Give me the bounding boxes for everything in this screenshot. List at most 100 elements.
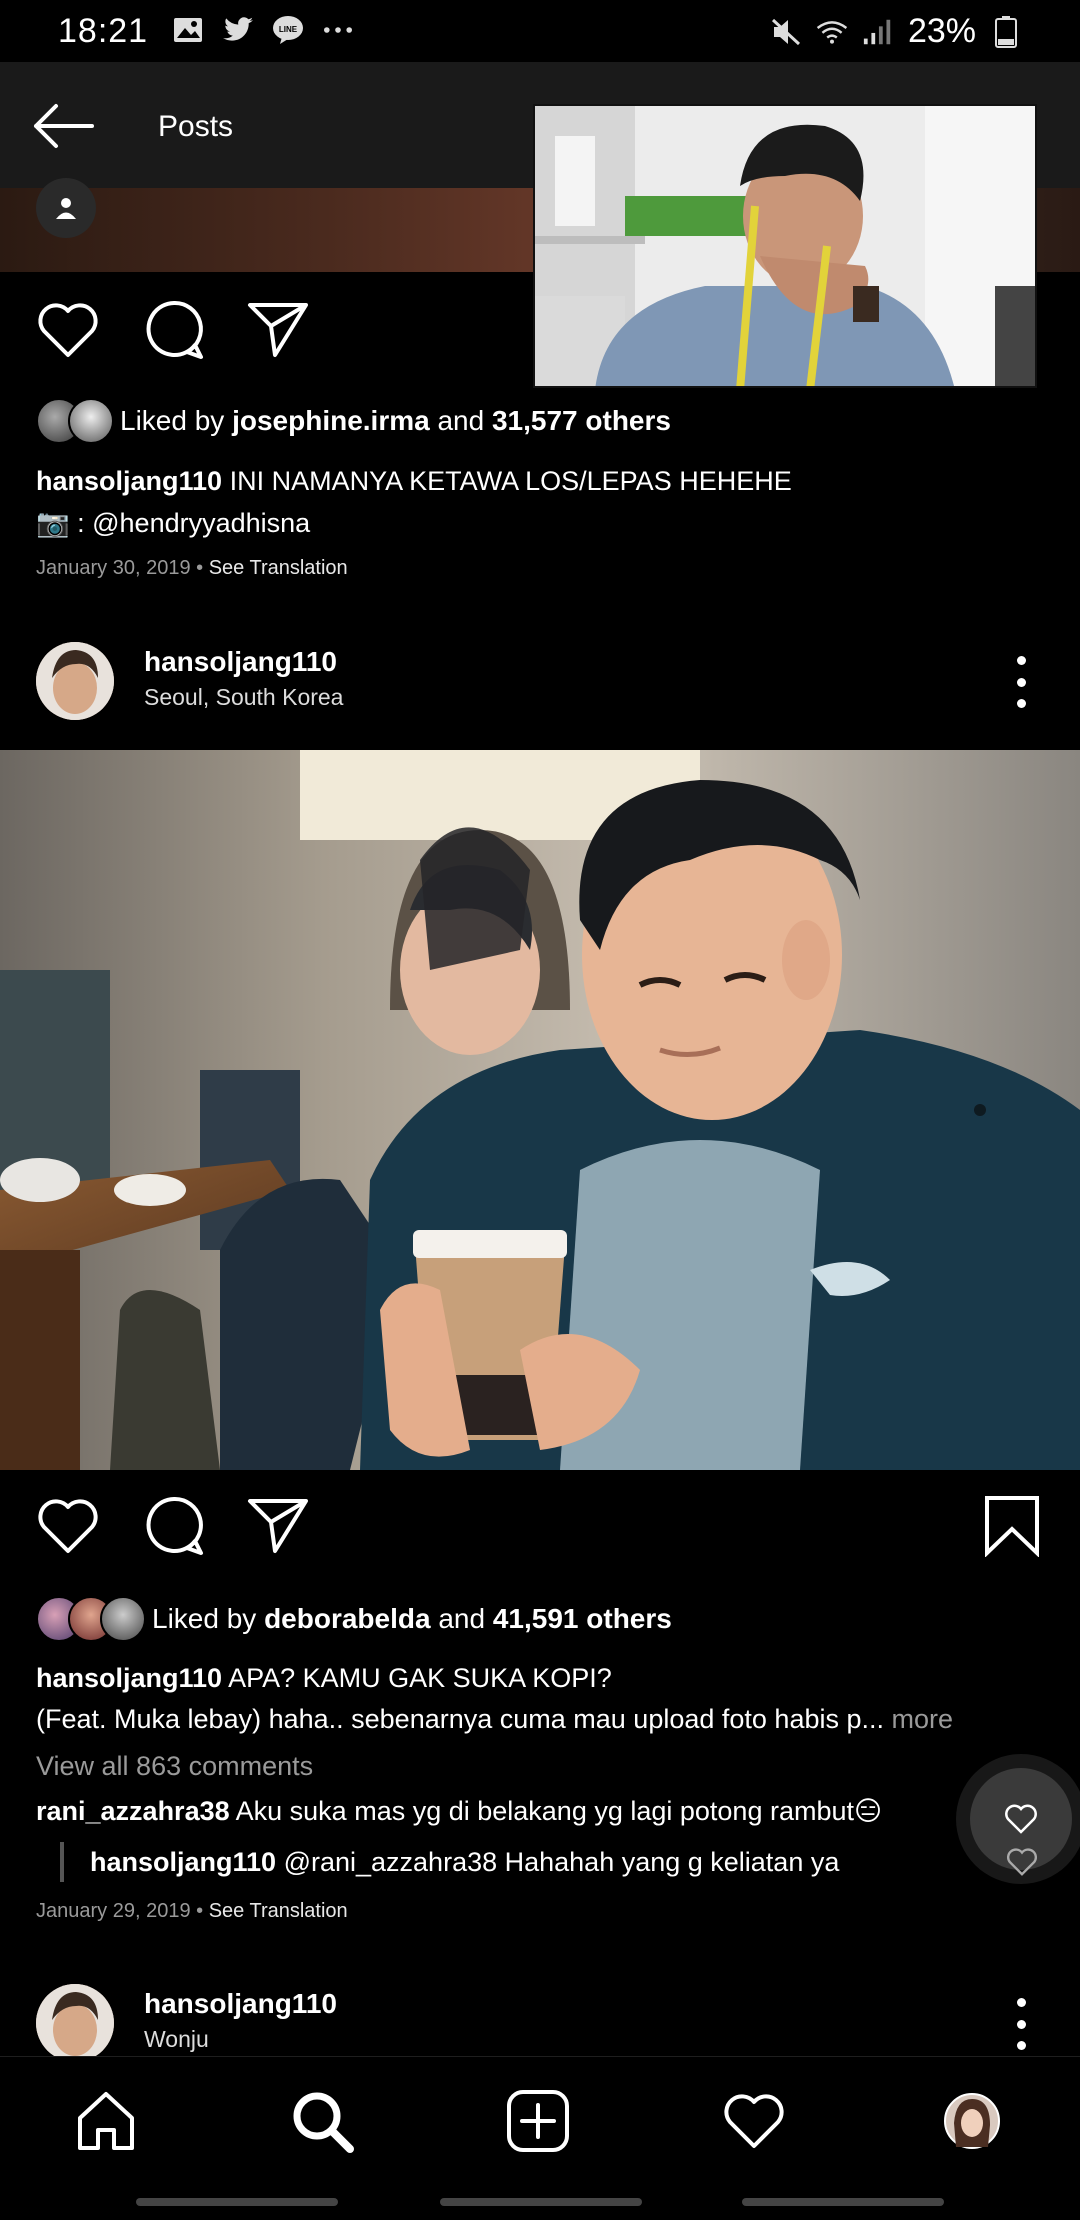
post1-date: January 30, 2019 • See Translation — [36, 557, 348, 580]
comment-row: rani_azzahra38 Aku suka mas yg di belaka… — [36, 1796, 882, 1827]
profile-photo — [36, 1984, 114, 2062]
post2-more-options-button[interactable] — [1006, 656, 1036, 708]
post1-share-button[interactable] — [242, 294, 314, 366]
nav-new-post[interactable] — [502, 2085, 574, 2157]
gallery-icon — [172, 14, 204, 46]
back-gesture-bar[interactable] — [742, 2198, 944, 2206]
see-translation-link[interactable]: See Translation — [209, 557, 348, 579]
bookmark-icon — [985, 1496, 1039, 1557]
date-separator: • — [190, 557, 209, 579]
post2-save-button[interactable] — [976, 1490, 1048, 1562]
status-bar: 18:21 LINE 23% — [0, 0, 1080, 62]
post2-date: January 29, 2019 • See Translation — [36, 1900, 348, 1923]
more-notifications-icon — [322, 14, 354, 46]
liked-user[interactable]: deborabelda — [264, 1603, 430, 1635]
coffee-photo — [0, 750, 1080, 1470]
caption-text: APA? KAMU GAK SUKA KOPI? — [222, 1663, 612, 1693]
liked-count[interactable]: 41,591 others — [493, 1603, 672, 1635]
view-all-comments-link[interactable]: View all 863 comments — [36, 1751, 313, 1782]
reply-username[interactable]: hansoljang110 — [90, 1847, 276, 1877]
nav-profile[interactable] — [936, 2085, 1008, 2157]
nav-home[interactable] — [70, 2085, 142, 2157]
liked-count[interactable]: 31,577 others — [492, 405, 671, 437]
more-link[interactable]: more — [884, 1704, 954, 1734]
heart-icon — [38, 1499, 98, 1553]
liked-user[interactable]: josephine.irma — [232, 405, 430, 437]
comment-username[interactable]: rani_azzahra38 — [36, 1796, 230, 1826]
post1-liked-by[interactable]: Liked by josephine.irma and 31,577 other… — [36, 398, 671, 444]
post2-share-button[interactable] — [242, 1490, 314, 1562]
home-gesture-bar[interactable] — [440, 2198, 642, 2206]
liked-and: and — [430, 1603, 493, 1634]
post1-comment-button[interactable] — [138, 294, 210, 366]
battery-percentage: 23% — [907, 12, 976, 50]
nav-search[interactable] — [286, 2085, 358, 2157]
home-icon — [78, 2092, 134, 2150]
status-time: 18:21 — [58, 12, 149, 50]
avatar — [68, 398, 114, 444]
post1-liker-avatars — [36, 398, 114, 444]
recent-apps-bar[interactable] — [136, 2198, 338, 2206]
notification-icons: LINE — [172, 14, 354, 46]
caption-username[interactable]: hansoljang110 — [36, 1663, 222, 1693]
person-icon — [56, 198, 76, 219]
nav-activity[interactable] — [718, 2085, 790, 2157]
profile-photo — [36, 642, 114, 720]
reply-thread-line — [60, 1842, 64, 1882]
post2-actions — [0, 1490, 1080, 1570]
caption-continuation: (Feat. Muka lebay) haha.. sebenarnya cum… — [36, 1704, 884, 1734]
post2-header: hansoljang110 Seoul, South Korea — [0, 636, 1080, 726]
page-title: Posts — [158, 110, 234, 143]
svg-text:LINE: LINE — [279, 25, 298, 34]
post2-like-button[interactable] — [32, 1490, 104, 1562]
signal-icon — [862, 16, 894, 48]
avatar — [100, 1596, 146, 1642]
post1-caption-line2: 📷 : @hendryyadhisna — [36, 508, 311, 538]
reply-text: @rani_azzahra38 Hahahah yang g keliatan … — [276, 1847, 840, 1877]
bottom-navigation — [0, 2056, 1080, 2182]
post1-like-button[interactable] — [32, 294, 104, 366]
post1-caption: hansoljang110 INI NAMANYA KETAWA LOS/LEP… — [36, 460, 1046, 502]
battery-icon — [990, 15, 1022, 48]
post2-caption: hansoljang110 APA? KAMU GAK SUKA KOPI? — [36, 1657, 1046, 1699]
plus-square-icon — [507, 2090, 569, 2152]
caption-username[interactable]: hansoljang110 — [36, 466, 222, 496]
post-location[interactable]: Wonju — [144, 2026, 209, 2053]
post-date: January 29, 2019 — [36, 1900, 191, 1922]
paper-plane-icon — [248, 303, 308, 357]
system-status: 23% — [770, 12, 1022, 51]
post-date: January 30, 2019 — [36, 557, 191, 579]
comment-bubble-icon — [146, 300, 203, 359]
post-location[interactable]: Seoul, South Korea — [144, 684, 343, 711]
avatar-icon — [944, 2093, 1000, 2149]
liked-and: and — [429, 405, 492, 436]
heart-icon[interactable] — [1006, 1846, 1038, 1878]
search-icon — [293, 2092, 354, 2153]
comment-text: Aku suka mas yg di belakang yg lagi poto… — [229, 1796, 883, 1826]
post-username[interactable]: hansoljang110 — [144, 1988, 337, 2020]
see-translation-link[interactable]: See Translation — [209, 1900, 348, 1922]
liked-prefix: Liked by — [152, 1603, 265, 1634]
tagged-people-button[interactable] — [36, 178, 96, 238]
twitter-icon — [222, 14, 254, 46]
avatar[interactable] — [36, 642, 114, 720]
mute-icon — [770, 16, 802, 48]
post2-liked-by[interactable]: Liked by deborabelda and 41,591 others — [36, 1596, 672, 1642]
back-button[interactable] — [28, 98, 98, 154]
post3-header: hansoljang110 Wonju — [0, 1978, 1080, 2068]
post2-image[interactable] — [0, 750, 1080, 1470]
post3-more-options-button[interactable] — [1006, 1998, 1036, 2050]
post2-liker-avatars — [36, 1596, 146, 1642]
reply-row: hansoljang110 @rani_azzahra38 Hahahah ya… — [90, 1847, 839, 1878]
liked-prefix: Liked by — [120, 405, 233, 436]
caption-text: INI NAMANYA KETAWA LOS/LEPAS HEHEHE — [222, 466, 792, 496]
heart-icon — [1005, 1804, 1037, 1834]
wifi-icon — [816, 16, 848, 48]
line-app-icon: LINE — [272, 14, 304, 46]
date-separator: • — [190, 1900, 209, 1922]
comment-bubble-icon — [146, 1496, 203, 1555]
post2-comment-button[interactable] — [138, 1490, 210, 1562]
post1-actions — [0, 294, 1080, 374]
avatar[interactable] — [36, 1984, 114, 2062]
post-username[interactable]: hansoljang110 — [144, 646, 337, 678]
